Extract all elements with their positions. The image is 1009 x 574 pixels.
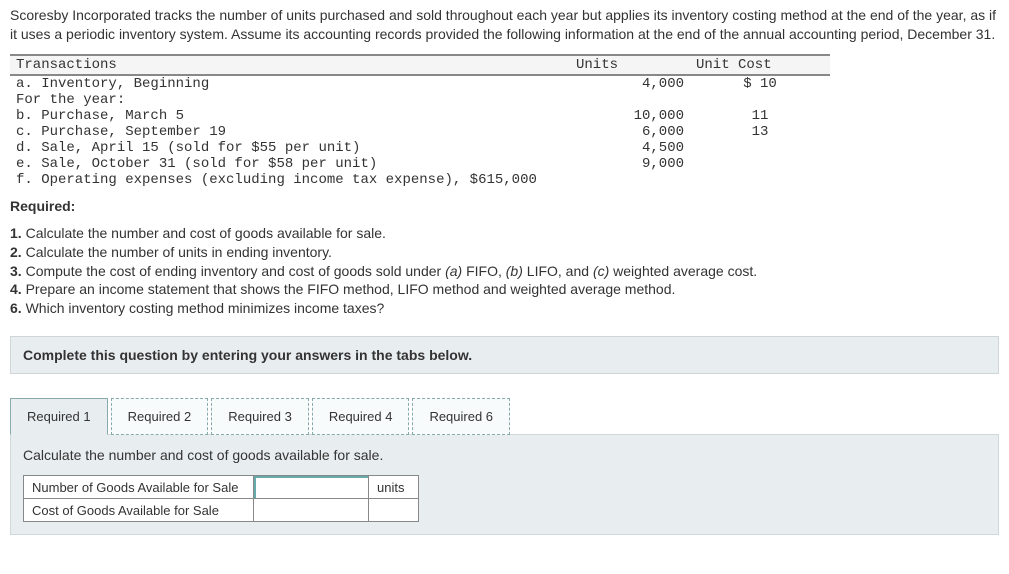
table-row: d. Sale, April 15 (sold for $55 per unit… xyxy=(10,140,830,156)
number-goods-input[interactable] xyxy=(254,476,368,498)
cost-goods-input[interactable] xyxy=(254,499,368,521)
answer-table: Number of Goods Available for Sale units… xyxy=(23,475,419,522)
th-units: Units xyxy=(570,55,690,75)
complete-instruction: Complete this question by entering your … xyxy=(10,336,999,374)
units-label: units xyxy=(369,476,419,499)
tab-required-1[interactable]: Required 1 xyxy=(10,398,108,435)
table-row: a. Inventory, Beginning4,000$ 10 xyxy=(10,75,830,92)
th-unit-cost: Unit Cost xyxy=(690,55,830,75)
table-row: e. Sale, October 31 (sold for $58 per un… xyxy=(10,156,830,172)
table-row: c. Purchase, September 196,00013 xyxy=(10,124,830,140)
required-header: Required: xyxy=(10,198,999,214)
intro-text: Scoresby Incorporated tracks the number … xyxy=(10,6,999,44)
tab-required-2[interactable]: Required 2 xyxy=(111,398,209,435)
tab-prompt: Calculate the number and cost of goods a… xyxy=(23,447,986,463)
tabs-row: Required 1 Required 2 Required 3 Require… xyxy=(10,398,999,435)
table-row: b. Purchase, March 510,00011 xyxy=(10,108,830,124)
tab-required-4[interactable]: Required 4 xyxy=(312,398,410,435)
th-transactions: Transactions xyxy=(10,55,570,75)
table-row: Number of Goods Available for Sale units xyxy=(24,476,419,499)
row-label: Cost of Goods Available for Sale xyxy=(24,499,254,522)
tab-panel: Calculate the number and cost of goods a… xyxy=(10,434,999,535)
units-label xyxy=(369,499,419,522)
transactions-table: Transactions Units Unit Cost a. Inventor… xyxy=(10,54,830,188)
row-label: Number of Goods Available for Sale xyxy=(24,476,254,499)
tab-required-3[interactable]: Required 3 xyxy=(211,398,309,435)
table-row: For the year: xyxy=(10,92,830,108)
tab-required-6[interactable]: Required 6 xyxy=(412,398,510,435)
requirements-list: 1. Calculate the number and cost of good… xyxy=(10,224,999,318)
table-row: f. Operating expenses (excluding income … xyxy=(10,172,830,188)
table-row: Cost of Goods Available for Sale xyxy=(24,499,419,522)
